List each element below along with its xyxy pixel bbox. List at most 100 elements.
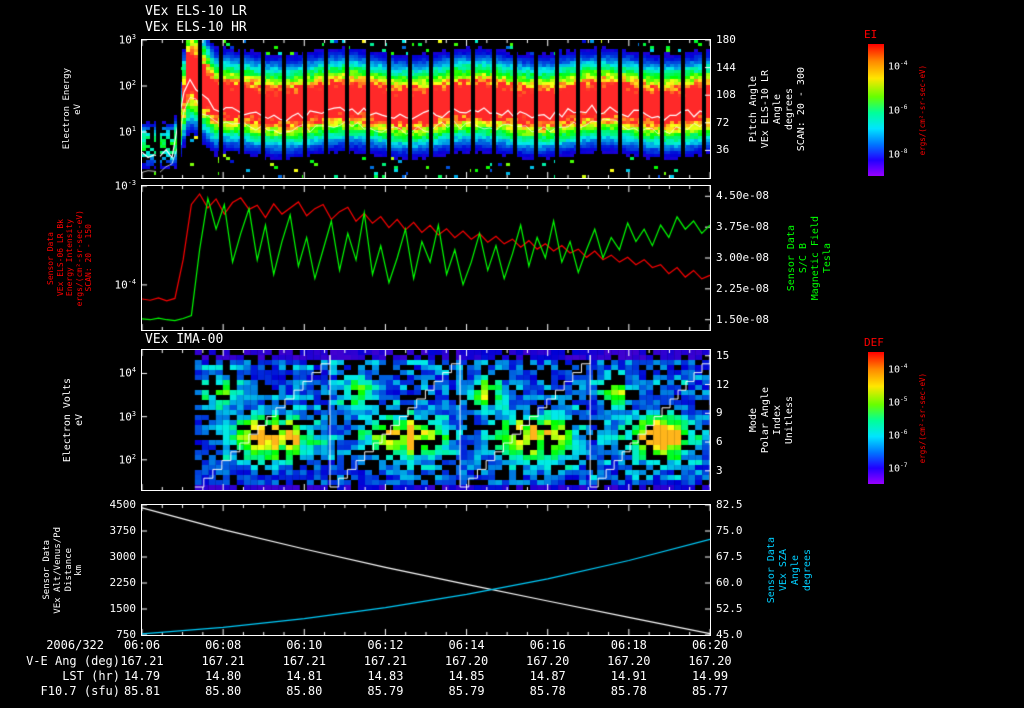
colorbar-0-units: ergs/(cm²-sr-sec-eV): [918, 44, 927, 176]
footer-row-value: 85.80: [286, 684, 323, 698]
ima-right-tick-label: 9: [716, 406, 723, 420]
footer-row-value: 85.79: [448, 684, 485, 698]
colorbar-1-title: DEF: [864, 336, 884, 349]
traj-left-axis-label: Sensor Data VEx Alt/Venus/Pd Distance km: [42, 505, 85, 635]
trajectory-canvas: [141, 504, 711, 636]
b-right-tick-label: 1.50e-08: [716, 312, 769, 326]
footer-row-value: 85.81: [123, 684, 161, 698]
footer-time-tick: 06:06: [123, 638, 161, 652]
colorbar-0-tick-label: 10-6: [888, 104, 908, 117]
footer-row-value: 14.79: [123, 669, 161, 683]
colorbar-0-tick-label: 10-4: [888, 60, 908, 73]
footer-date-label: 2006/322: [46, 638, 104, 652]
intensity-bfield-canvas: [141, 185, 711, 331]
colorbar-0-tick-label: 10-8: [888, 147, 908, 161]
footer-time-tick: 06:08: [205, 638, 242, 652]
axis-label-line: km: [74, 564, 85, 576]
b-right-tick-label: 3.75e-08: [716, 220, 769, 234]
footer-row-value: 167.21: [363, 654, 408, 668]
footer-row-value: 14.83: [367, 669, 404, 683]
footer-row-value: 167.20: [444, 654, 489, 668]
els-right-tick-label: 36: [716, 143, 730, 157]
els-left-tick-label: 102: [118, 79, 136, 93]
colorbar-1: [868, 352, 884, 484]
axis-label-line: VEx ELS-06 LR Bk: [55, 219, 65, 297]
footer-row-value: 167.21: [282, 654, 326, 668]
els-spectrogram-canvas: [141, 39, 711, 179]
axis-label-line: VEx SZA: [778, 548, 789, 592]
axis-label-line: degrees: [784, 87, 795, 131]
els-title-line1: VEx ELS-10 LR: [145, 4, 247, 19]
els-right-axis-label: Pitch Angle VEx ELS-10 LR Angle degrees SCAN…: [748, 40, 808, 178]
colorbar-0-title: EI: [864, 28, 878, 41]
ima-right-tick-label: 3: [716, 463, 723, 477]
b-left-axis-label: Sensor Data VEx ELS-06 LR Bk Energy Intens…: [46, 186, 94, 330]
axis-label-line: Sensor Data: [786, 224, 797, 292]
axis-label-line: Tesla: [822, 242, 833, 274]
axis-label-line: SCAN: 20 - 150: [84, 224, 94, 292]
colorbar-0: [868, 44, 884, 176]
els-right-tick-label: 108: [716, 88, 736, 102]
axis-label-line: Energy Intensity: [65, 219, 75, 297]
colorbar-1-tick-label: 10-7: [888, 461, 908, 474]
axis-label-line: ergs/(cm²-sr-sec-eV): [74, 209, 84, 307]
footer-row-value: 167.20: [607, 654, 651, 668]
colorbar-1-tick-label: 10-5: [888, 395, 908, 408]
colorbar-1-tick-label: 10-4: [888, 362, 908, 375]
axis-label-line: VEx Alt/Venus/Pd: [52, 526, 63, 614]
els-title-line2: VEx ELS-10 HR: [145, 20, 247, 35]
footer-row-value: 85.79: [367, 684, 404, 698]
ima-right-tick-label: 15: [716, 348, 730, 362]
axis-label-line: Polar Angle: [760, 386, 771, 454]
colorbar-1-units: ergs/(cm²-sr-sec-eV): [918, 352, 927, 484]
axis-label-line: Distance: [63, 548, 74, 592]
b-right-axis-label: Sensor Data S/C B Magnetic Field Tesla: [786, 186, 834, 330]
footer-row-label: V-E Ang (deg): [26, 654, 120, 668]
axis-label-line: Mode: [748, 407, 759, 433]
axis-label-line: Index: [772, 404, 783, 436]
b-right-tick-label: 3.00e-08: [716, 251, 769, 264]
footer-time-tick: 06:10: [286, 638, 323, 652]
b-right-tick-label: 4.50e-08: [716, 189, 769, 203]
axis-label-line: eV: [74, 413, 85, 427]
footer-time-tick: 06:18: [610, 638, 647, 652]
footer-row-value: 85.80: [205, 684, 242, 698]
footer-row-value: 167.21: [201, 654, 245, 668]
footer-row-value: 14.99: [691, 669, 729, 683]
els-right-tick-label: 144: [716, 60, 736, 74]
footer-row-label: F10.7 (sfu): [40, 684, 120, 698]
colorbar-units-line: ergs/(cm²-sr-sec-eV): [918, 372, 927, 464]
traj-right-tick-label: 52.5: [716, 602, 743, 615]
ima-right-tick-label: 12: [716, 377, 730, 391]
footer-row-value: 14.91: [610, 669, 647, 683]
footer-time-tick: 06:16: [529, 638, 566, 652]
app-root: VEx ELS-10 LR VEx ELS-10 HR VEx IMA-00 1…: [0, 0, 1024, 708]
axis-label-line: Magnetic Field: [810, 215, 821, 301]
footer-row-value: 85.78: [610, 684, 647, 698]
footer-time-tick: 06:14: [448, 638, 485, 652]
footer-row-value: 167.20: [526, 654, 570, 668]
ima-right-tick-label: 6: [716, 435, 723, 449]
axis-label-line: VEx ELS-10 LR: [760, 69, 771, 149]
els-left-tick-label: 103: [118, 33, 136, 47]
els-right-tick-label: 72: [716, 115, 730, 129]
axis-label-line: Electron Energy: [62, 68, 72, 150]
axis-label-line: eV: [72, 103, 83, 115]
axis-label-line: S/C B: [798, 242, 809, 274]
axis-label-line: Unitless: [784, 395, 795, 445]
axis-label-line: Angle: [790, 554, 801, 586]
ima-left-axis-label: Electron Volts eV: [62, 350, 86, 490]
footer-row-value: 14.81: [286, 669, 323, 683]
footer-time-tick: 06:20: [691, 638, 729, 652]
footer-row-value: 14.80: [205, 669, 242, 683]
traj-right-tick-label: 82.5: [716, 498, 743, 511]
axis-label-line: Sensor Data: [42, 540, 52, 600]
footer-row-value: 14.87: [529, 669, 566, 683]
axis-label-line: degrees: [802, 548, 813, 592]
traj-right-axis-label: Sensor Data VEx SZA Angle degrees: [766, 505, 814, 635]
traj-right-tick-label: 67.5: [716, 550, 743, 563]
footer-row-value: 14.85: [448, 669, 485, 683]
els-left-axis-label: Electron Energy eV: [62, 40, 84, 178]
axis-label-line: Electron Volts: [62, 377, 73, 463]
colorbar-1-tick-label: 10-6: [888, 428, 908, 441]
